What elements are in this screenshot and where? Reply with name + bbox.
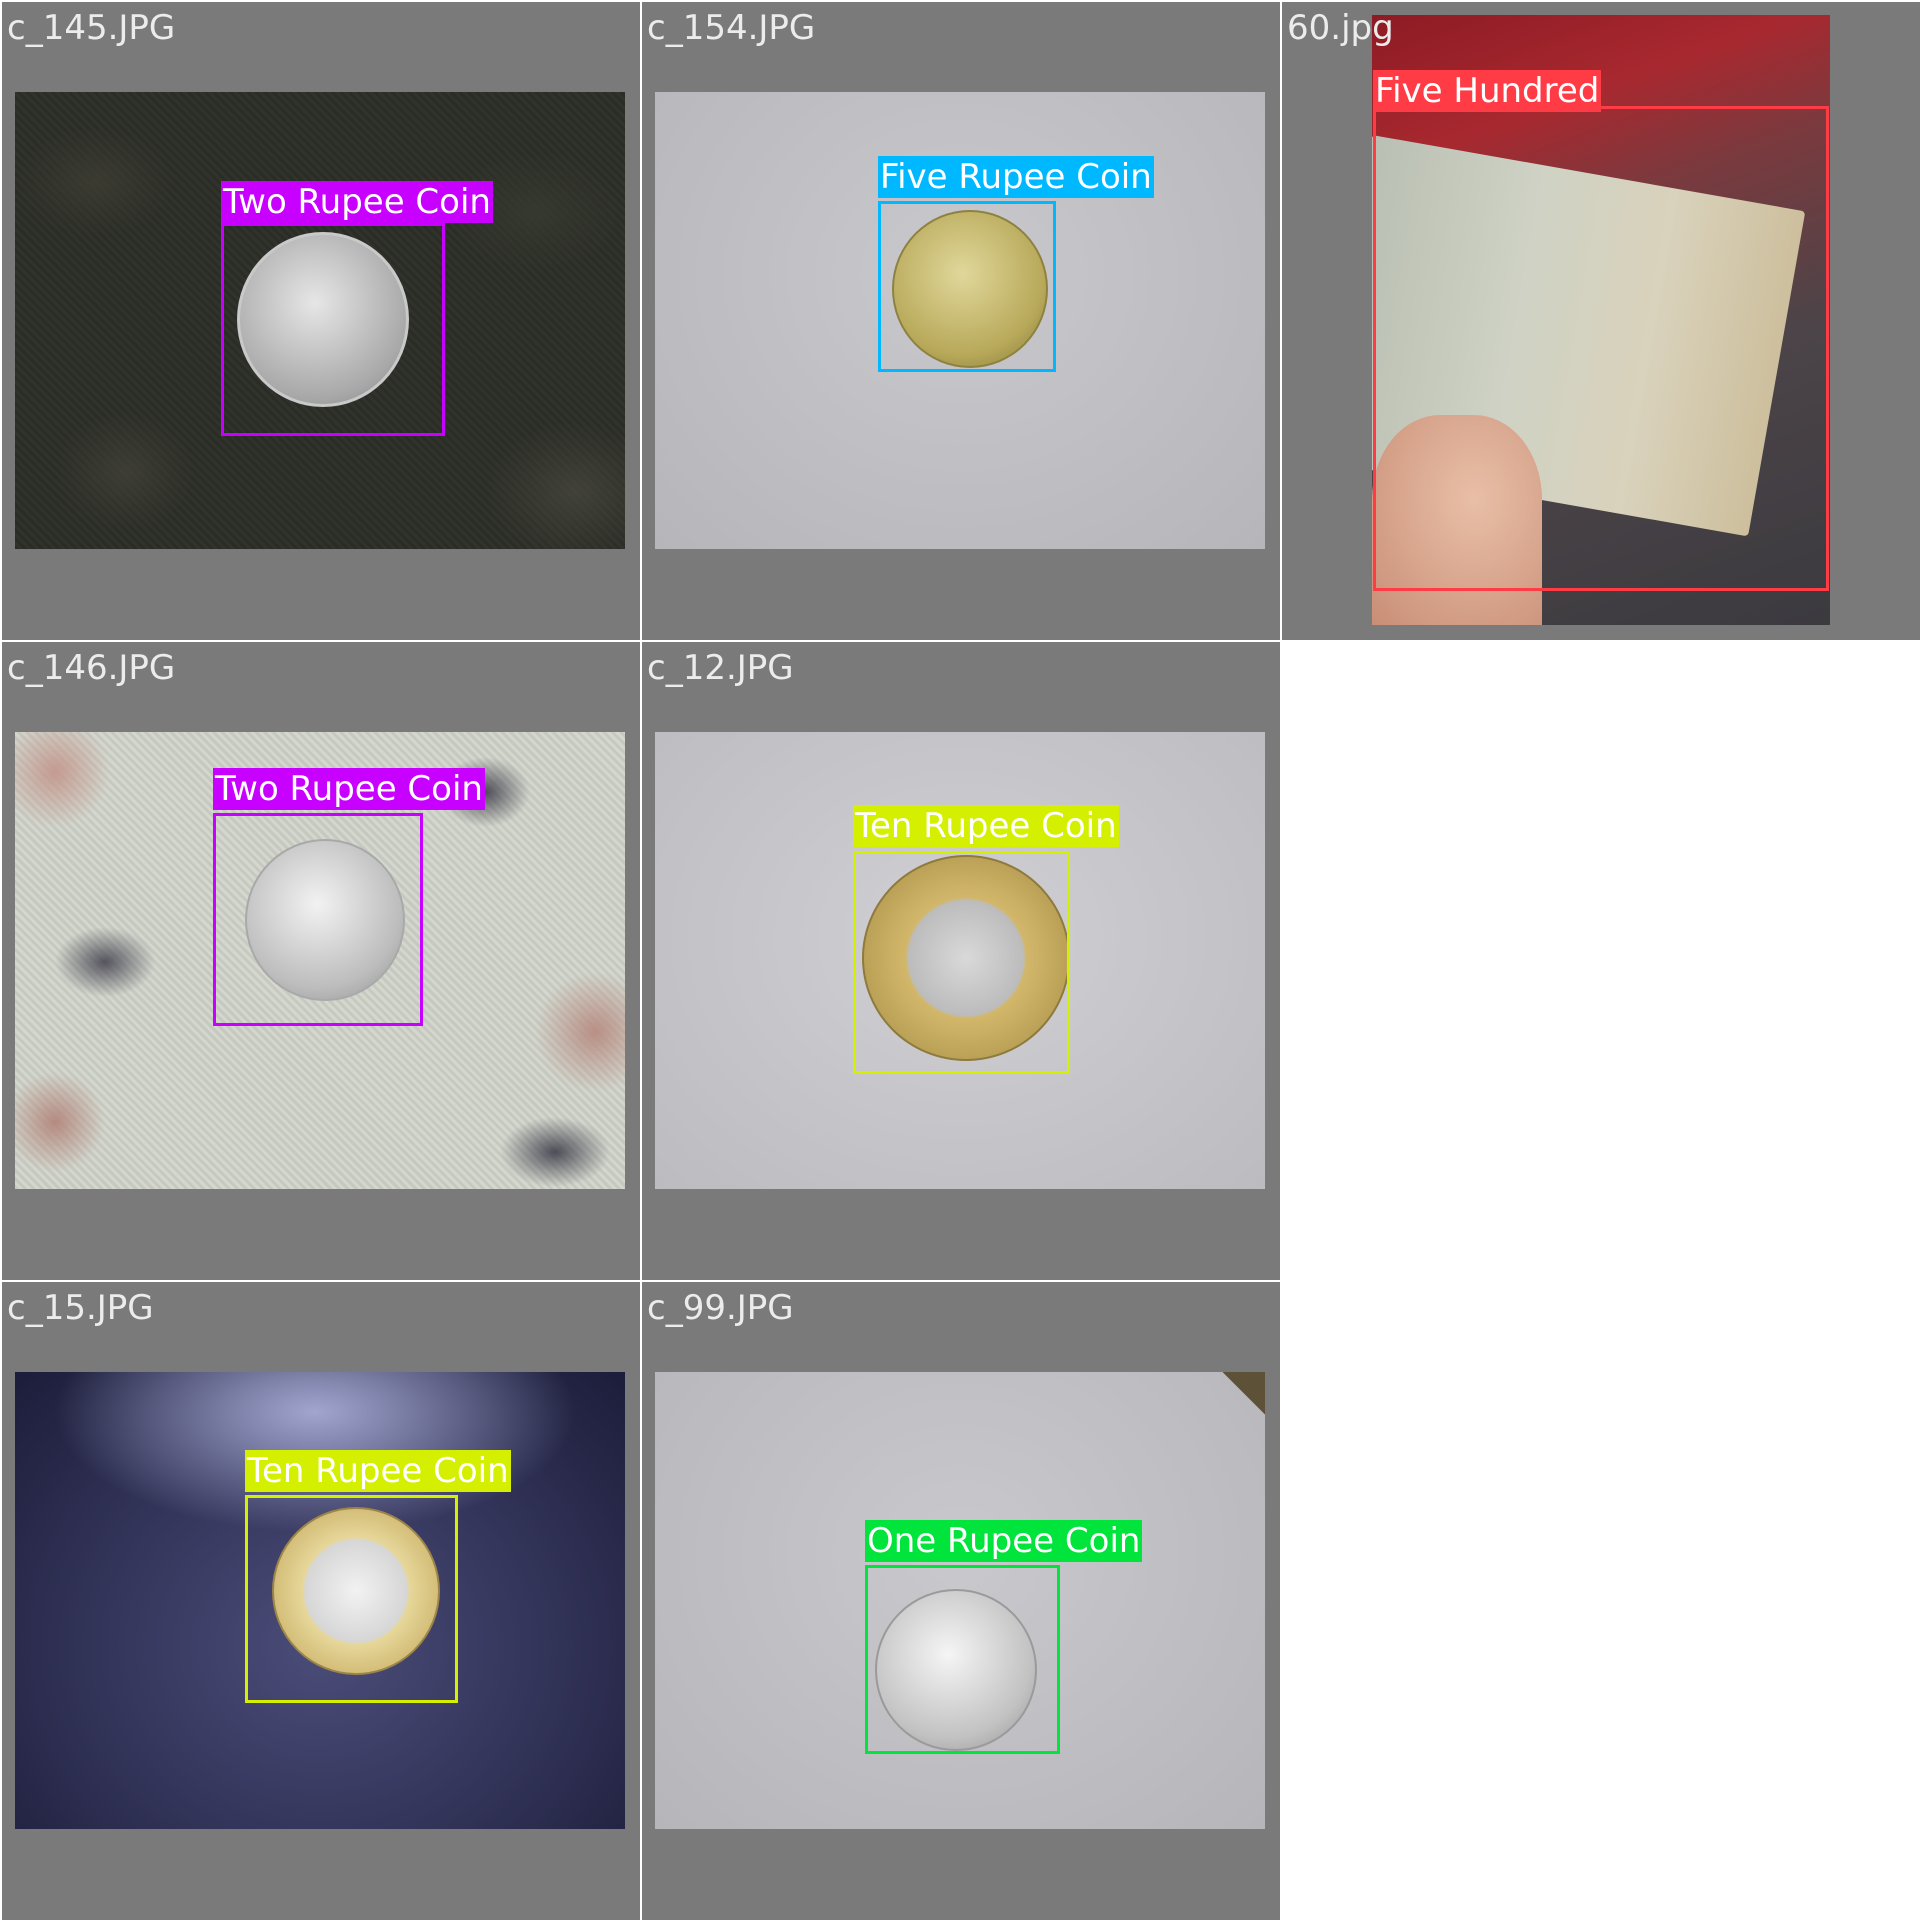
- detection-box[interactable]: [853, 851, 1070, 1074]
- detection-label: Five Hundred: [1373, 70, 1602, 112]
- detection-box[interactable]: [878, 201, 1056, 372]
- detection-label: Two Rupee Coin: [213, 768, 485, 810]
- image-filename: c_15.JPG: [7, 1288, 154, 1328]
- detection-label: Ten Rupee Coin: [853, 805, 1119, 847]
- image-filename: c_146.JPG: [7, 648, 176, 688]
- image-tile-1[interactable]: c_145.JPG Two Rupee Coin: [2, 2, 640, 640]
- image-filename: 60.jpg: [1287, 8, 1394, 48]
- image-tile-4[interactable]: c_146.JPG Two Rupee Coin: [2, 642, 640, 1280]
- detection-box[interactable]: [1373, 106, 1829, 591]
- image-filename: c_154.JPG: [647, 8, 816, 48]
- image-tile-3[interactable]: 60.jpg Five Hundred: [1282, 2, 1920, 640]
- detection-label: Two Rupee Coin: [221, 181, 493, 223]
- detection-box[interactable]: [213, 813, 423, 1026]
- image-filename: c_145.JPG: [7, 8, 176, 48]
- detection-label: Five Rupee Coin: [878, 156, 1154, 198]
- detection-box[interactable]: [865, 1565, 1060, 1754]
- detection-label: Ten Rupee Coin: [245, 1450, 511, 1492]
- image-tile-6[interactable]: c_15.JPG Ten Rupee Coin: [2, 1282, 640, 1920]
- detection-box[interactable]: [245, 1495, 458, 1703]
- image-filename: c_99.JPG: [647, 1288, 794, 1328]
- detection-label: One Rupee Coin: [865, 1520, 1143, 1562]
- image-tile-5[interactable]: c_12.JPG Ten Rupee Coin: [642, 642, 1280, 1280]
- image-tile-7[interactable]: c_99.JPG One Rupee Coin: [642, 1282, 1280, 1920]
- image-filename: c_12.JPG: [647, 648, 794, 688]
- detection-box[interactable]: [221, 223, 445, 436]
- photo-corner-object: [1215, 1372, 1265, 1427]
- image-tile-2[interactable]: c_154.JPG Five Rupee Coin: [642, 2, 1280, 640]
